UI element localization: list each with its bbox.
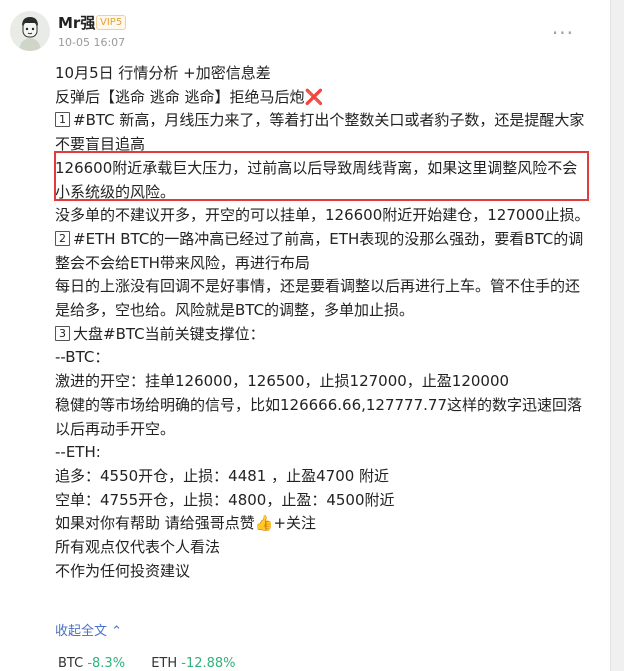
number-3-icon: 3 <box>55 325 70 341</box>
section-2-text-2: 每日的上涨没有回调不是好事情，还是要看调整以后再进行上车。管不住手的还是给多，空… <box>55 277 581 320</box>
eth-short: 空单：4755开仓，止损：4800，止盈：4500附近 <box>55 490 395 509</box>
btc-steady: 稳健的等市场给明确的信号，比如126666.66,127777.77这样的数字迅… <box>55 395 583 438</box>
avatar[interactable] <box>10 11 50 51</box>
section-1-advice: 没多单的不建议开多，开空的可以挂单，126600附近开始建仓，127000止损。 <box>55 206 590 225</box>
cross-mark-icon: ❌ <box>304 87 324 106</box>
vip-badge: VIP5 <box>96 15 127 30</box>
section-1-text: 1 #BTC 新高，月线压力来了，等着打出个整数关口或者豹子数，还是提醒大家不要盲… <box>55 111 585 154</box>
more-options-icon[interactable]: ··· <box>552 21 574 45</box>
ticker-btc[interactable]: BTC -8.3% <box>58 656 125 671</box>
eth-label: --ETH: <box>55 443 101 462</box>
thumbs-up-icon: 👍 <box>254 514 274 533</box>
ticker-bar: BTC -8.3% ETH -12.88% <box>58 656 258 671</box>
disclaimer-1: 所有观点仅代表个人看法 <box>55 538 221 557</box>
disclaimer-2: 不作为任何投资建议 <box>55 561 191 580</box>
number-1-icon: 1 <box>55 112 70 128</box>
btc-aggressive: 激进的开空：挂单126000，126500，止损127000，止盈120000 <box>55 372 510 391</box>
post-title: 10月5日 行情分析 +加密信息差 <box>55 64 271 82</box>
btc-label: --BTC： <box>55 348 110 367</box>
post-time: 10-05 16:07 <box>58 36 126 49</box>
number-2-icon: 2 <box>55 230 70 246</box>
ticker-eth[interactable]: ETH -12.88% <box>151 656 235 671</box>
avatar-image <box>10 11 50 51</box>
post-card: Mr强 VIP5 10-05 16:07 ··· 10月5日 行情分析 +加密信… <box>0 0 611 671</box>
collapse-link[interactable]: 收起全文 ⌃ <box>55 620 122 639</box>
post-subtitle: 反弹后【逃命 逃命 逃命】拒绝马后炮❌ <box>55 87 324 106</box>
section-2-text: 2 #ETH BTC的一路冲高已经过了前高，ETH表现的没那么强劲，要看BTC的调… <box>55 229 584 272</box>
section-1-highlight: 126600附近承载巨大压力，过前高以后导致周线背离，如果这里调整风险不会小系统… <box>55 158 578 201</box>
author-name[interactable]: Mr强 <box>58 12 95 33</box>
like-line: 如果对你有帮助 请给强哥点赞👍+关注 <box>55 514 317 533</box>
post-body: 10月5日 行情分析 +加密信息差 反弹后【逃命 逃命 逃命】拒绝马后炮❌ 1 #… <box>55 62 590 583</box>
eth-long: 追多：4550开仓，止损：4481 ，止盈4700 附近 <box>55 466 390 485</box>
section-3-title: 3 大盘#BTC当前关键支撑位： <box>55 323 590 347</box>
